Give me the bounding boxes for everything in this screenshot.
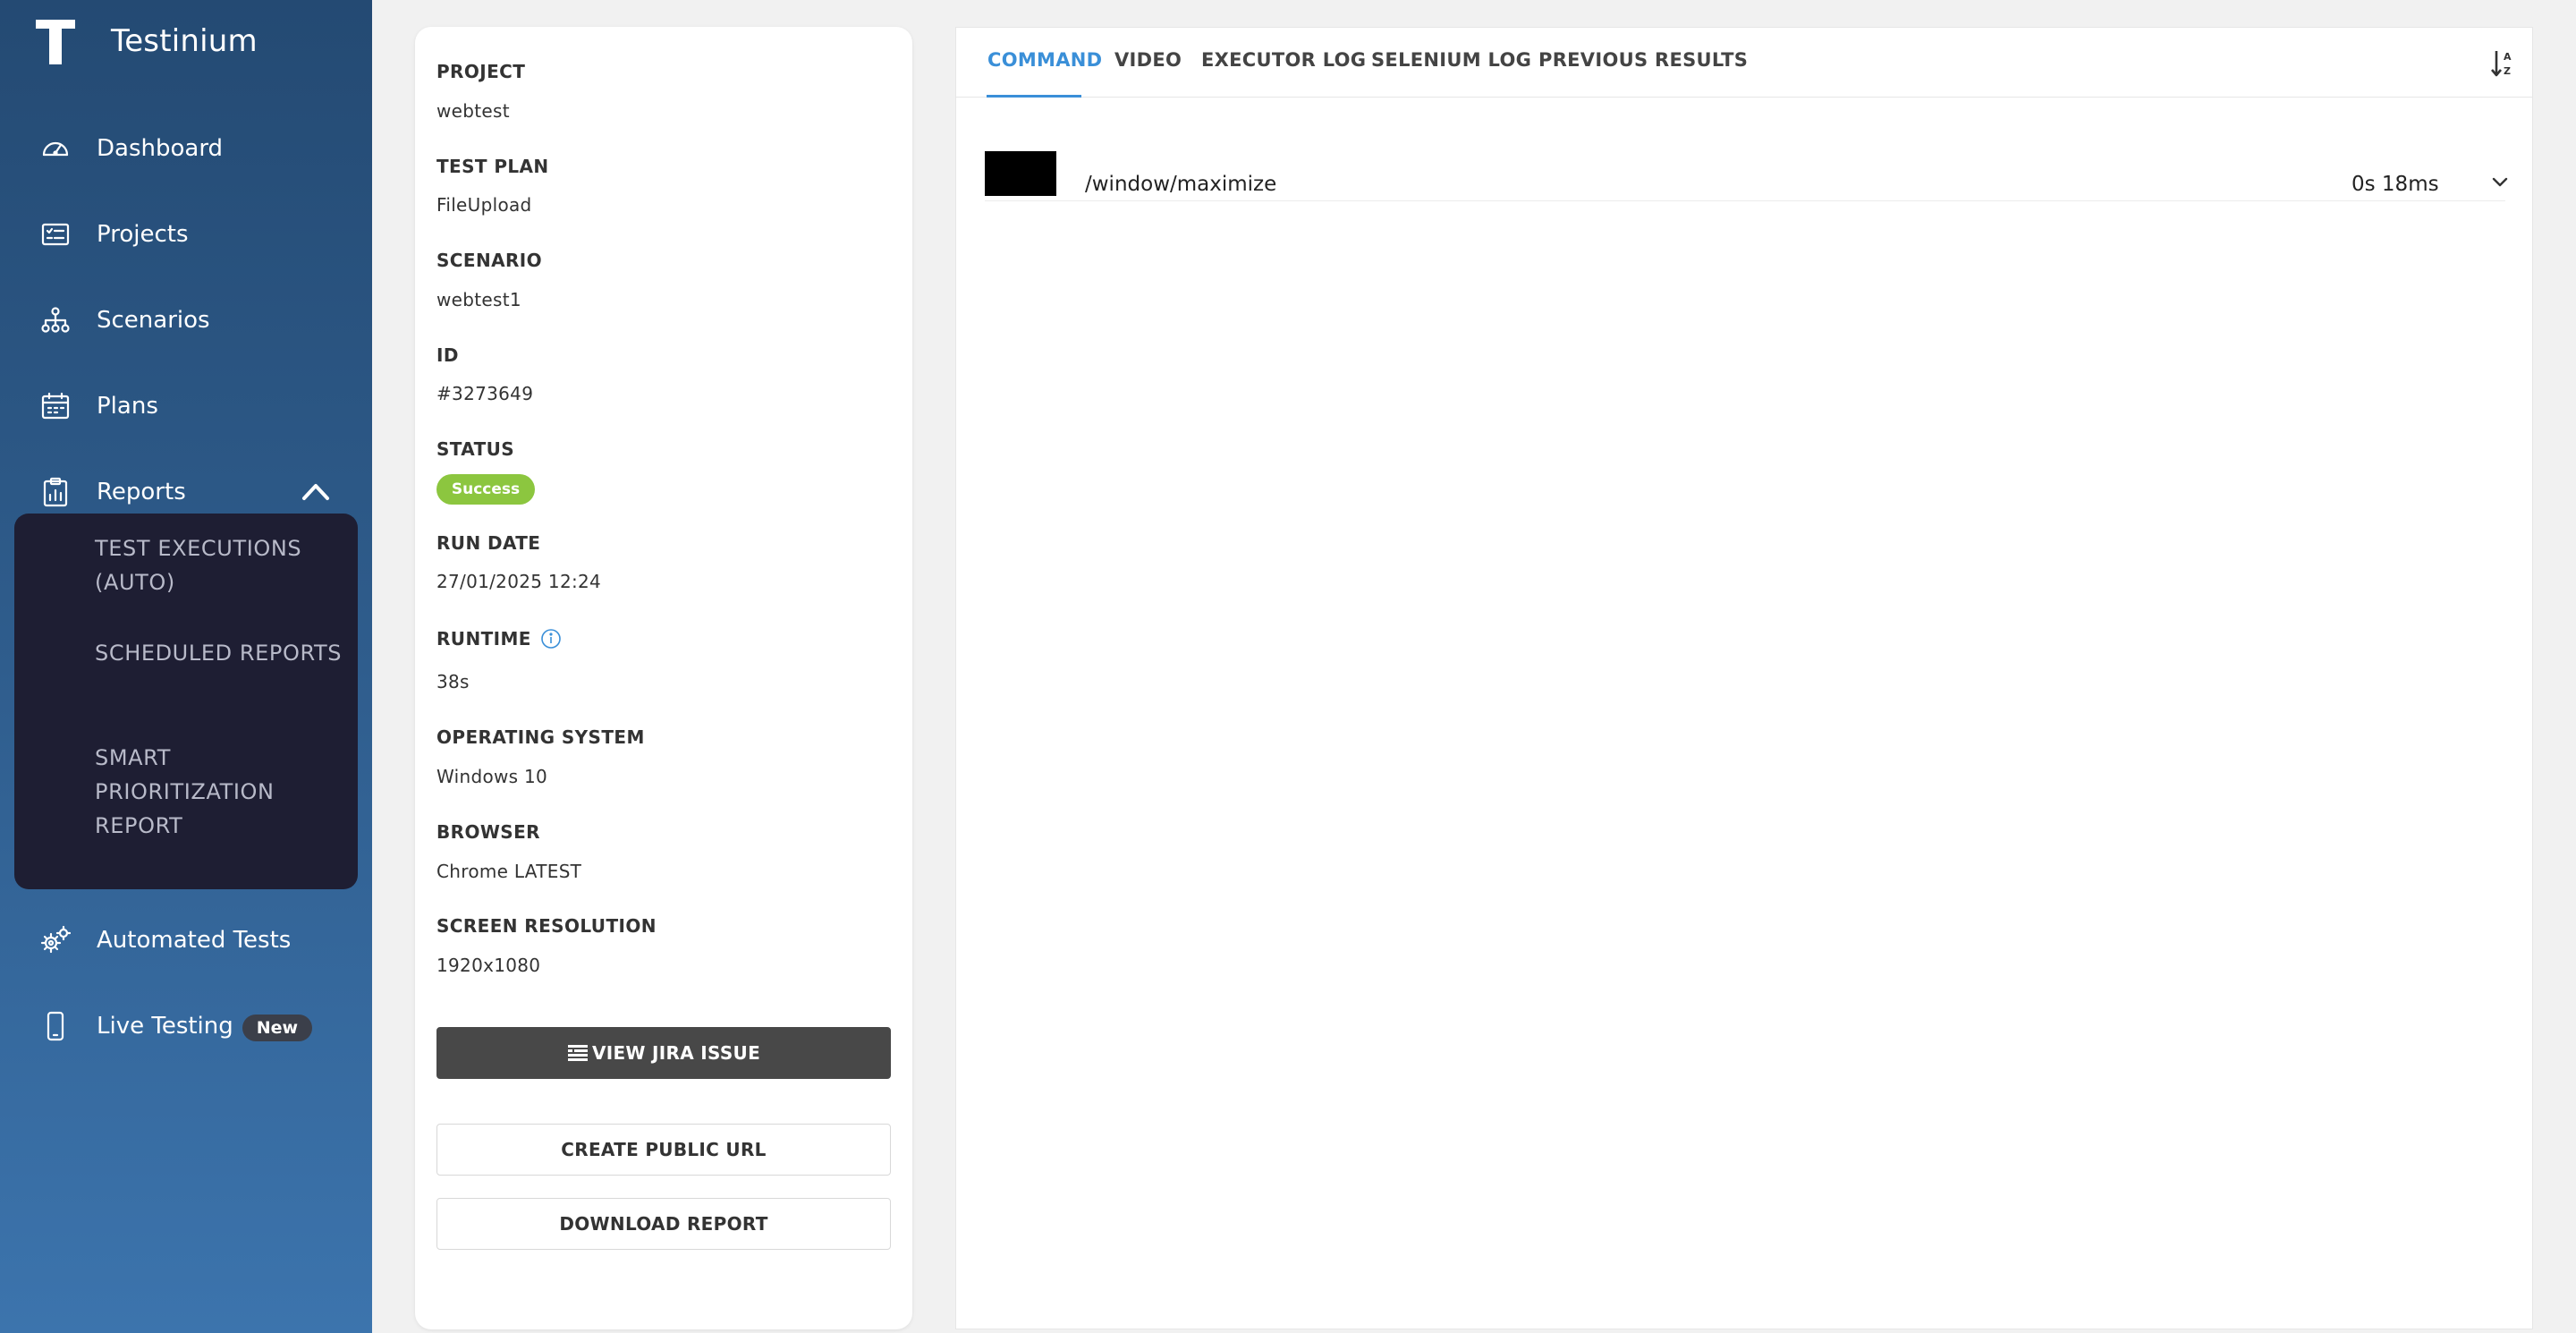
sidebar-item-plans[interactable]: Plans: [0, 375, 372, 437]
command-duration: 0s 18ms: [2351, 173, 2439, 196]
status-label: STATUS: [436, 438, 515, 460]
sidebar-item-automated-tests[interactable]: Automated Tests: [0, 909, 372, 972]
os-label: OPERATING SYSTEM: [436, 726, 645, 748]
scenario-label: SCENARIO: [436, 250, 543, 271]
view-jira-issue-button[interactable]: VIEW JIRA ISSUE: [436, 1027, 891, 1079]
scenario-value: webtest1: [436, 289, 521, 310]
id-label: ID: [436, 344, 459, 366]
os-value: Windows 10: [436, 766, 548, 787]
submenu-item-test-executions[interactable]: TEST EXECUTIONS (AUTO): [95, 531, 345, 599]
sidebar-item-dashboard[interactable]: Dashboard: [0, 117, 372, 180]
chevron-up-icon[interactable]: [300, 480, 332, 502]
calendar-icon: [39, 390, 72, 422]
results-tabs: COMMAND VIDEO EXECUTOR LOG SELENIUM LOG …: [956, 28, 2532, 98]
active-tab-indicator: [987, 95, 1081, 98]
screen-resolution-label: SCREEN RESOLUTION: [436, 915, 657, 937]
submenu-item-smart-prioritization[interactable]: SMART PRIORITIZATION REPORT: [95, 741, 345, 843]
submenu-item-scheduled-reports[interactable]: SCHEDULED REPORTS: [95, 636, 345, 670]
tab-previous-results[interactable]: PREVIOUS RESULTS: [1538, 49, 1748, 71]
hierarchy-icon: [39, 304, 72, 336]
screen-resolution-value: 1920x1080: [436, 955, 541, 976]
runtime-label: RUNTIME: [436, 628, 562, 650]
clipboard-icon: [39, 476, 72, 508]
test-plan-label: TEST PLAN: [436, 156, 549, 177]
new-badge: New: [242, 1015, 313, 1041]
sidebar-item-label: Reports: [97, 479, 186, 505]
tab-selenium-log[interactable]: SELENIUM LOG: [1371, 49, 1531, 71]
sidebar-item-label: Scenarios: [97, 307, 210, 334]
brand[interactable]: Testinium: [36, 18, 258, 64]
sidebar-item-scenarios[interactable]: Scenarios: [0, 289, 372, 352]
sidebar-item-label: Live Testing New: [97, 1013, 313, 1041]
sidebar-item-label: Plans: [97, 393, 158, 420]
execution-results-panel: COMMAND VIDEO EXECUTOR LOG SELENIUM LOG …: [955, 27, 2533, 1329]
gauge-icon: [39, 132, 72, 165]
sidebar-item-projects[interactable]: Projects: [0, 203, 372, 266]
create-public-url-button[interactable]: CREATE PUBLIC URL: [436, 1124, 891, 1176]
command-screenshot-thumbnail[interactable]: [985, 151, 1056, 196]
list-icon: [39, 218, 72, 250]
svg-text:A: A: [2504, 51, 2512, 63]
test-plan-value: FileUpload: [436, 194, 532, 216]
list-lines-icon: [567, 1044, 589, 1062]
testinium-logo-icon: [36, 18, 75, 64]
sidebar-item-label: Dashboard: [97, 135, 224, 162]
tab-command[interactable]: COMMAND: [987, 49, 1102, 71]
run-date-value: 27/01/2025 12:24: [436, 571, 602, 592]
reports-submenu: TEST EXECUTIONS (AUTO) SCHEDULED REPORTS…: [14, 514, 358, 889]
tab-video[interactable]: VIDEO: [1114, 49, 1182, 71]
project-label: PROJECT: [436, 61, 526, 82]
app-name: Testinium: [111, 23, 258, 59]
sidebar-item-live-testing[interactable]: Live Testing New: [0, 995, 372, 1057]
project-value: webtest: [436, 100, 510, 122]
sidebar-item-label: Projects: [97, 221, 189, 248]
id-value: #3273649: [436, 383, 534, 404]
info-icon[interactable]: [540, 628, 562, 650]
command-name: /window/maximize: [1085, 173, 1277, 196]
download-report-button[interactable]: DOWNLOAD REPORT: [436, 1198, 891, 1250]
runtime-value: 38s: [436, 671, 470, 692]
sidebar: Testinium Dashboard Projects Scenarios P…: [0, 0, 372, 1333]
phone-icon: [39, 1010, 72, 1042]
chevron-down-icon[interactable]: [2491, 174, 2509, 192]
run-date-label: RUN DATE: [436, 532, 541, 554]
status-badge: Success: [436, 474, 535, 505]
gears-icon: [39, 924, 72, 956]
sidebar-item-label: Automated Tests: [97, 927, 292, 954]
execution-details-panel: PROJECT webtest TEST PLAN FileUpload SCE…: [415, 27, 912, 1329]
view-jira-issue-label: VIEW JIRA ISSUE: [591, 1042, 761, 1064]
sort-alphabetical-icon[interactable]: A Z: [2489, 47, 2518, 80]
command-row[interactable]: /window/maximize 0s 18ms: [985, 114, 2508, 201]
browser-label: BROWSER: [436, 821, 540, 843]
svg-text:Z: Z: [2504, 65, 2511, 77]
browser-value: Chrome LATEST: [436, 861, 582, 882]
tab-executor-log[interactable]: EXECUTOR LOG: [1201, 49, 1366, 71]
